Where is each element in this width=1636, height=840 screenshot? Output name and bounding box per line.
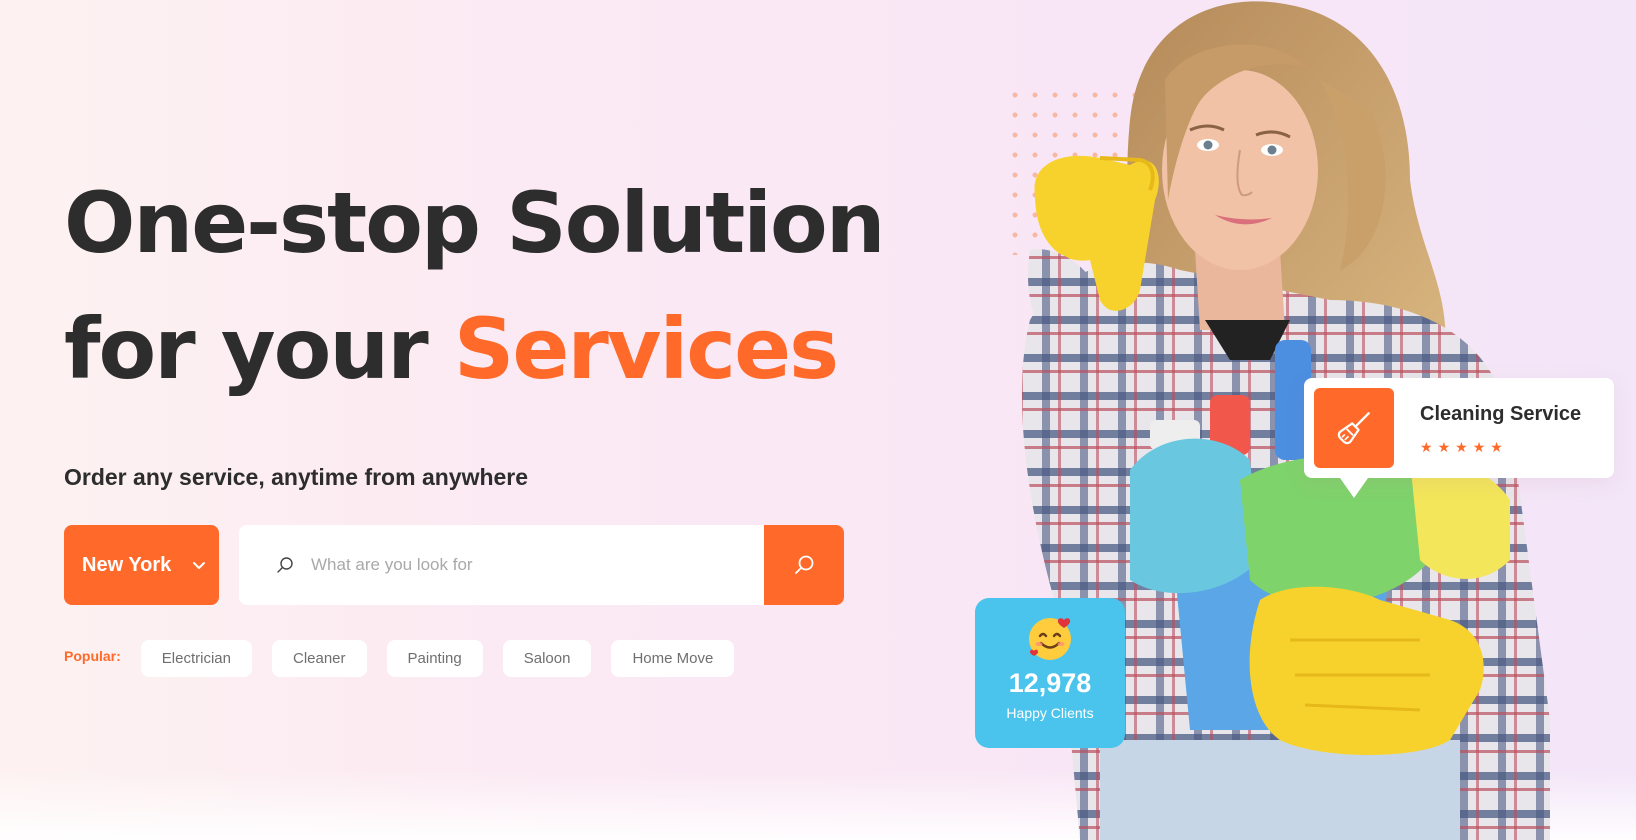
- chevron-down-icon: [193, 562, 206, 569]
- service-icon-box: [1314, 388, 1394, 468]
- happy-clients-label: Happy Clients: [1006, 705, 1094, 721]
- popular-tag-home-move[interactable]: Home Move: [611, 640, 735, 677]
- star-icon: ★: [1420, 438, 1433, 455]
- star-icon: ★: [1472, 438, 1486, 455]
- service-card[interactable]: Cleaning Service ★ ★ ★ ★ ★: [1304, 378, 1614, 498]
- search-button[interactable]: [764, 525, 844, 605]
- star-icon: ★: [1437, 438, 1451, 455]
- hero-illustration: 12,978 Happy Clients Cleaning Service ★ …: [960, 0, 1636, 840]
- search-input[interactable]: [311, 525, 764, 605]
- smiling-face-with-hearts-icon: [1029, 618, 1071, 660]
- headline-accent: Services: [453, 300, 839, 398]
- popular-label: Popular:: [64, 648, 121, 664]
- popular-tag-painting[interactable]: Painting: [386, 640, 483, 677]
- star-icon: ★: [1490, 438, 1503, 455]
- star-icon: ★: [1455, 438, 1468, 455]
- hero-headline: One-stop Solution for your Services: [64, 160, 886, 412]
- service-title: Cleaning Service: [1420, 402, 1582, 425]
- broom-icon: [1337, 412, 1370, 445]
- popular-tag-saloon[interactable]: Saloon: [502, 640, 592, 677]
- service-text: Cleaning Service ★ ★ ★ ★ ★: [1420, 403, 1581, 454]
- headline-line-1: One-stop Solution: [64, 174, 886, 272]
- hero-subtitle: Order any service, anytime from anywhere: [64, 464, 529, 490]
- search-icon: [795, 555, 814, 574]
- search-row: New York: [64, 525, 844, 605]
- happy-clients-card: 12,978 Happy Clients: [975, 598, 1125, 748]
- popular-tag-electrician[interactable]: Electrician: [140, 640, 252, 677]
- search-box: [239, 525, 844, 605]
- star-rating: ★ ★ ★ ★ ★: [1420, 440, 1581, 454]
- hero-content: One-stop Solution for your Services Orde…: [64, 160, 886, 491]
- popular-tags: Electrician Cleaner Painting Saloon Home…: [140, 640, 735, 677]
- search-icon: [277, 557, 293, 573]
- popular-tag-cleaner[interactable]: Cleaner: [271, 640, 367, 677]
- city-select-label: New York: [82, 553, 172, 576]
- headline-line-2-prefix: for your: [64, 300, 454, 398]
- happy-clients-count: 12,978: [1008, 668, 1092, 698]
- popular-searches: Popular: Electrician Cleaner Painting Sa…: [64, 640, 735, 677]
- city-select[interactable]: New York: [64, 525, 219, 605]
